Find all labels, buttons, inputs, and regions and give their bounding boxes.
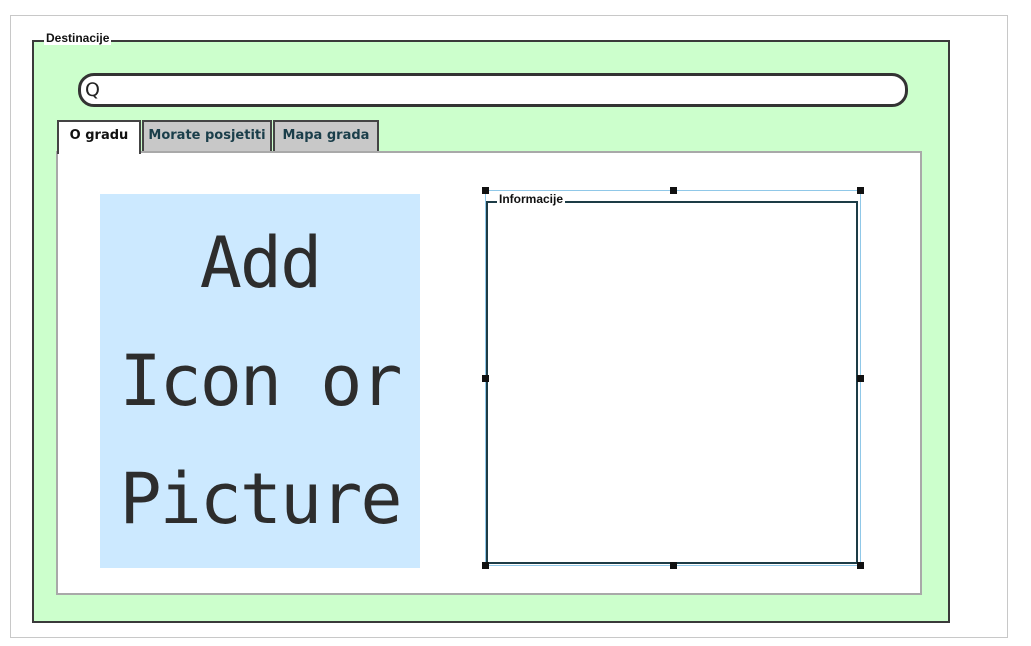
- resize-handle-left[interactable]: [482, 375, 489, 382]
- resize-handle-top[interactable]: [670, 187, 677, 194]
- image-placeholder-line: Picture: [119, 458, 402, 540]
- resize-handle-bottom-left[interactable]: [482, 562, 489, 569]
- tab-morate-posjetiti[interactable]: Morate posjetiti: [142, 120, 272, 152]
- image-placeholder-line: Add: [199, 222, 322, 304]
- group-title: Destinacije: [44, 31, 112, 45]
- resize-handle-top-left[interactable]: [482, 187, 489, 194]
- info-panel-title: Informacije: [497, 192, 566, 206]
- search-input[interactable]: Q: [78, 73, 908, 107]
- resize-handle-top-right[interactable]: [857, 187, 864, 194]
- image-placeholder-line: Icon or: [119, 340, 402, 422]
- tab-o-gradu[interactable]: O gradu: [57, 120, 141, 154]
- resize-handle-bottom[interactable]: [670, 562, 677, 569]
- resize-handle-right[interactable]: [857, 375, 864, 382]
- info-panel[interactable]: [486, 201, 858, 564]
- search-icon: Q: [85, 79, 100, 101]
- image-placeholder[interactable]: Add Icon or Picture: [100, 194, 420, 568]
- tab-mapa-grada[interactable]: Mapa grada: [273, 120, 379, 152]
- resize-handle-bottom-right[interactable]: [857, 562, 864, 569]
